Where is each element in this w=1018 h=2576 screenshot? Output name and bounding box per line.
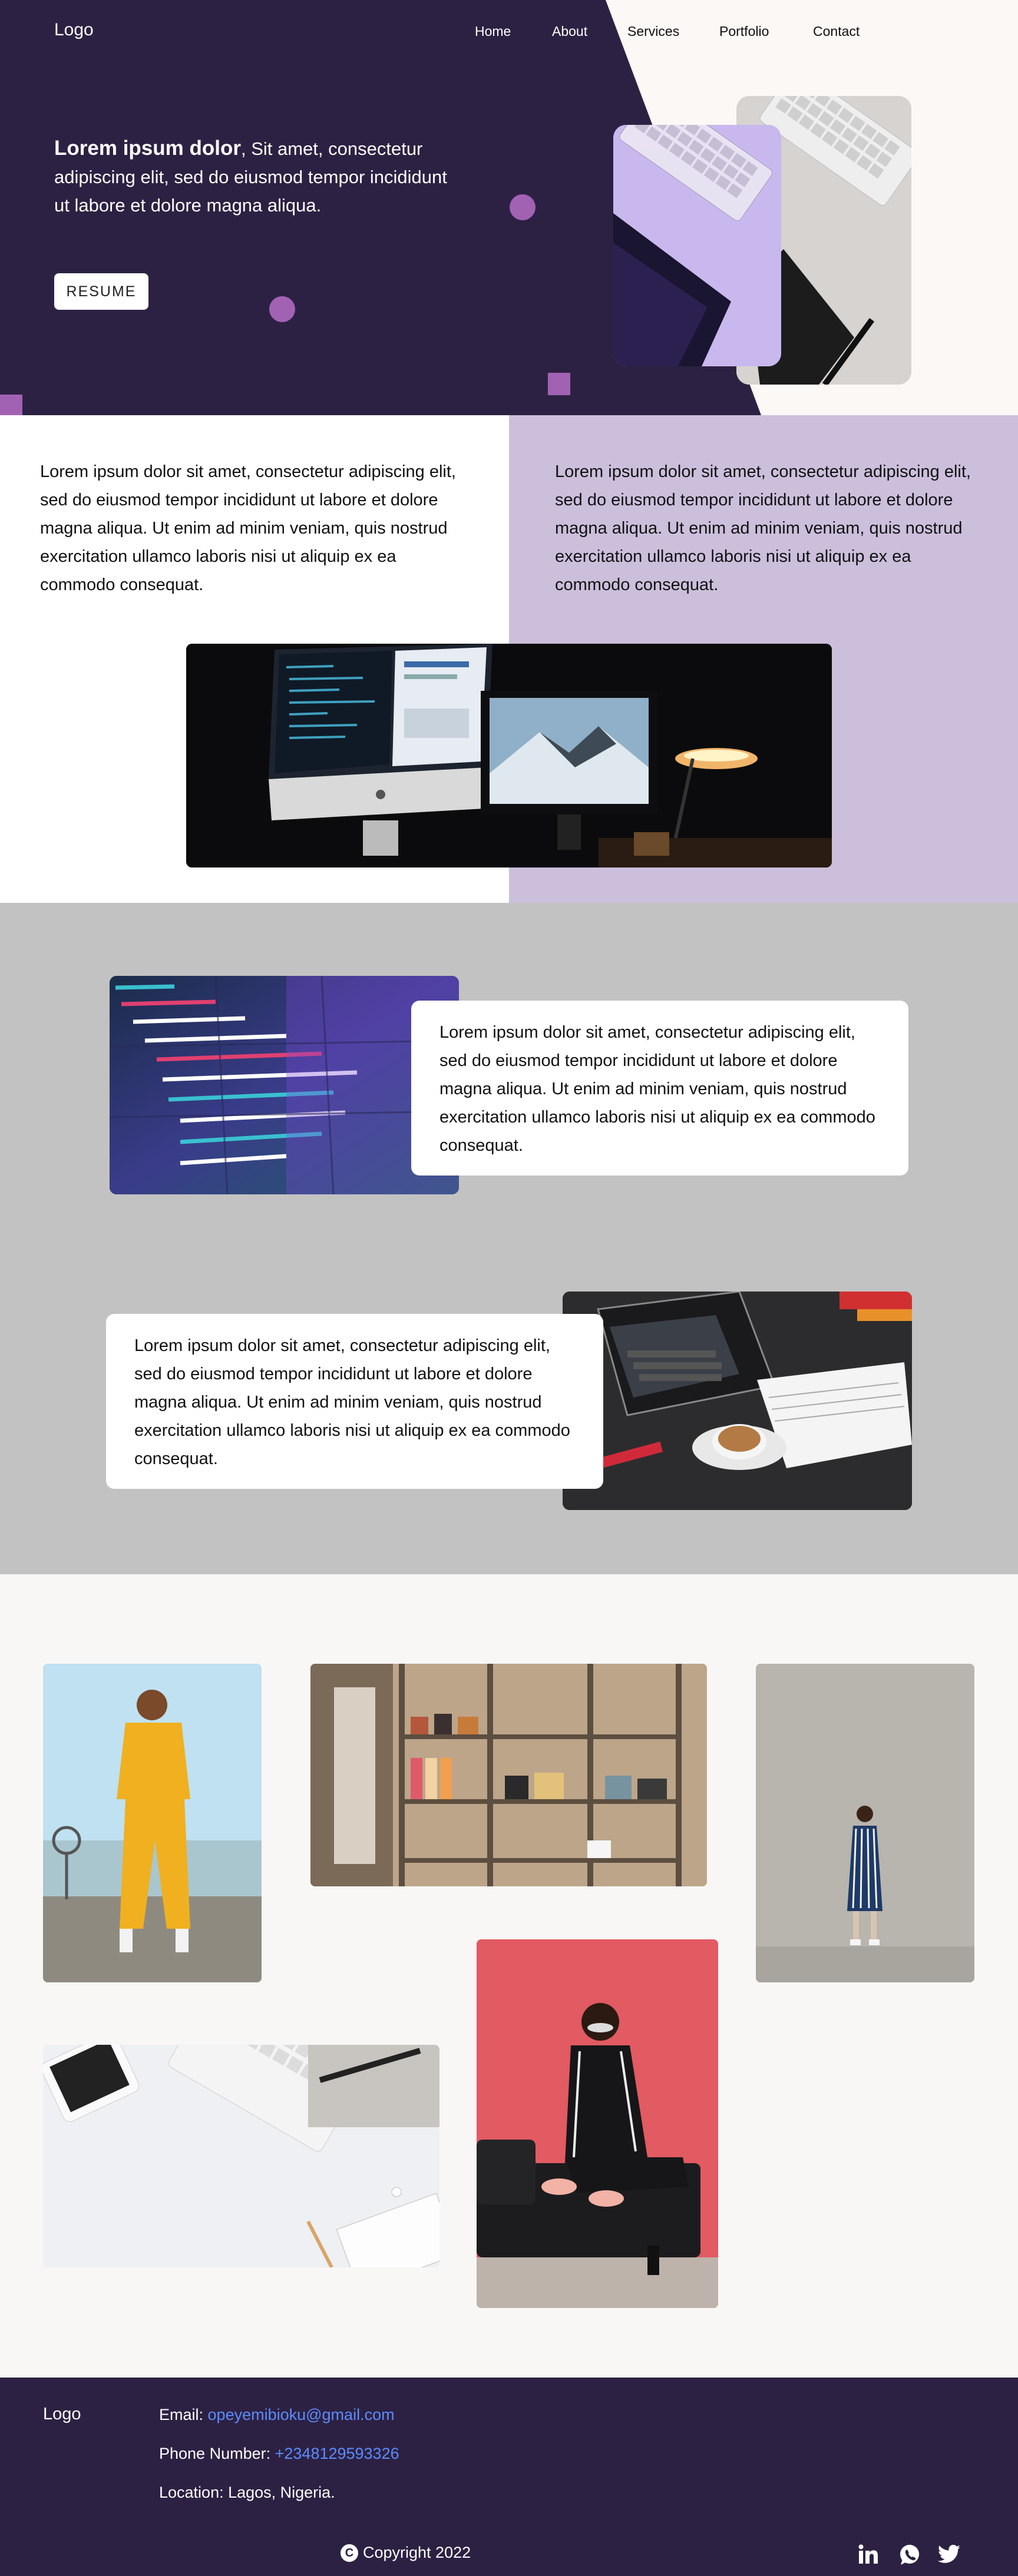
gallery-image-yellow-outfit[interactable] xyxy=(43,1664,262,1982)
red-wall-photo-graphic xyxy=(477,1939,718,2308)
service-card-1: Lorem ipsum dolor sit amet, consectetur … xyxy=(411,1001,908,1176)
flatlay-photo-graphic xyxy=(43,2045,439,2267)
linkedin-icon[interactable] xyxy=(858,2544,879,2568)
hero-title: Lorem ipsum dolor, Sit amet, consectetur… xyxy=(54,134,455,220)
about-left-text: Lorem ipsum dolor sit amet, consectetur … xyxy=(40,462,456,594)
twitter-icon[interactable] xyxy=(937,2545,960,2567)
about-right-text: Lorem ipsum dolor sit amet, consectetur … xyxy=(555,462,971,594)
footer-logo[interactable]: Logo xyxy=(43,2405,81,2424)
hero-image-keyboard-front xyxy=(613,125,781,366)
service-card-2-text: Lorem ipsum dolor sit amet, consectetur … xyxy=(134,1336,570,1468)
nav-about[interactable]: About xyxy=(552,24,587,39)
decor-circle xyxy=(269,296,295,322)
footer-email-label: Email: xyxy=(159,2406,204,2423)
services-section: Lorem ipsum dolor sit amet, consectetur … xyxy=(0,903,1018,1574)
footer-phone-label: Phone Number: xyxy=(159,2445,271,2462)
portfolio-gallery xyxy=(0,1574,1018,2378)
workspace-photo-graphic xyxy=(186,644,832,868)
laptop-photo-graphic xyxy=(563,1292,912,1510)
resume-button[interactable]: RESUME xyxy=(54,273,148,310)
footer-phone: Phone Number: +2348129593326 xyxy=(159,2445,399,2463)
keyboard-photo-graphic xyxy=(613,125,781,366)
footer-phone-link[interactable]: +2348129593326 xyxy=(275,2445,399,2462)
header-logo[interactable]: Logo xyxy=(54,20,94,40)
gallery-image-desk-flatlay[interactable] xyxy=(43,2045,439,2267)
code-screen-image xyxy=(110,976,459,1194)
striped-dress-photo-graphic xyxy=(756,1664,974,1982)
laptop-coffee-image xyxy=(563,1292,912,1510)
nav-portfolio[interactable]: Portfolio xyxy=(719,24,769,39)
copyright-icon: C xyxy=(341,2544,358,2562)
decor-square xyxy=(548,373,570,395)
gallery-image-red-wall[interactable] xyxy=(477,1939,718,2308)
yellow-outfit-photo-graphic xyxy=(43,1664,262,1982)
nav-contact[interactable]: Contact xyxy=(813,24,860,39)
nav-services[interactable]: Services xyxy=(627,24,679,39)
decor-square xyxy=(0,395,22,415)
footer-email: Email: opeyemibioku@gmail.com xyxy=(159,2406,395,2424)
gallery-image-striped-dress[interactable] xyxy=(756,1664,974,1982)
service-card-1-text: Lorem ipsum dolor sit amet, consectetur … xyxy=(439,1023,875,1155)
footer-copyright: C Copyright 2022 xyxy=(341,2544,471,2562)
code-photo-graphic xyxy=(110,976,459,1194)
whatsapp-icon[interactable] xyxy=(898,2544,921,2569)
hero-title-bold: Lorem ipsum dolor xyxy=(54,137,241,160)
gallery-image-store[interactable] xyxy=(310,1664,707,1886)
site-footer: Logo Email: opeyemibioku@gmail.com Phone… xyxy=(0,2378,1018,2576)
footer-location: Location: Lagos, Nigeria. xyxy=(159,2484,335,2501)
footer-copyright-text: Copyright 2022 xyxy=(363,2544,471,2561)
workspace-image xyxy=(186,644,832,868)
service-card-2: Lorem ipsum dolor sit amet, consectetur … xyxy=(106,1314,603,1489)
hero-section: Logo Home About Services Portfolio Conta… xyxy=(0,0,1018,415)
footer-email-link[interactable]: opeyemibioku@gmail.com xyxy=(208,2406,395,2423)
about-section: Lorem ipsum dolor sit amet, consectetur … xyxy=(0,415,1018,903)
nav-home[interactable]: Home xyxy=(475,24,511,39)
store-photo-graphic xyxy=(310,1664,707,1886)
decor-circle xyxy=(510,194,536,220)
